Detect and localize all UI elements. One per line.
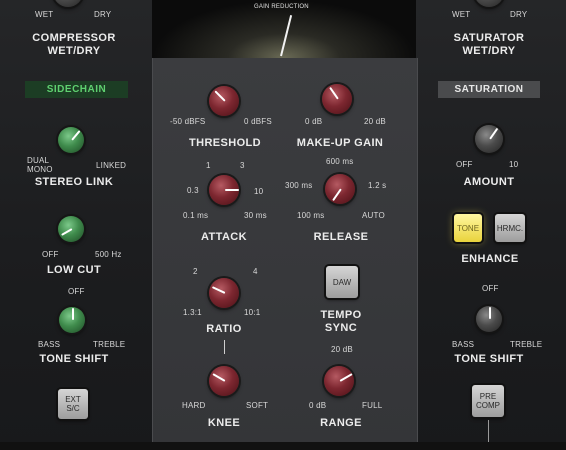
tone-button-label: TONE (456, 223, 480, 233)
sc-tone-shift-title: TONE SHIFT (39, 353, 109, 365)
sidechain-header: SIDECHAIN (25, 81, 128, 98)
range-title: RANGE (320, 417, 362, 429)
makeup-gain-knob[interactable] (322, 84, 352, 114)
release-tick-300: 300 ms (285, 181, 313, 190)
knee-max-label: SOFT (246, 401, 269, 410)
stereo-link-knob[interactable] (58, 127, 84, 153)
saturation-amount-knob[interactable] (475, 125, 503, 153)
ratio-tick-4: 4 (253, 267, 258, 276)
low-cut-max-label: 500 Hz (95, 250, 122, 259)
low-cut-min-label: OFF (42, 250, 59, 259)
knee-knob[interactable] (209, 366, 239, 396)
pre-comp-button[interactable]: PRE COMP (472, 385, 504, 417)
sat-tone-shift-knob[interactable] (476, 306, 502, 332)
stereo-link-min-label: DUAL (27, 156, 50, 165)
amount-title: AMOUNT (463, 176, 515, 188)
sc-tone-shift-top-label: OFF (68, 287, 85, 296)
amount-max-label: 10 (509, 160, 519, 169)
daw-tempo-sync-button[interactable]: DAW (326, 266, 358, 298)
ratio-tick-2: 2 (193, 267, 198, 276)
release-knob[interactable] (325, 174, 355, 204)
gain-reduction-meter: GAIN REDUCTION (152, 0, 416, 58)
attack-tick-1: 1 (206, 161, 211, 170)
ext-sc-label: EXT (65, 395, 81, 404)
sat-tone-shift-min-label: BASS (452, 340, 475, 349)
low-cut-title: LOW CUT (46, 264, 102, 276)
dry-label: DRY (94, 10, 112, 19)
makeup-max-label: 20 dB (364, 117, 386, 126)
pre-comp-label-2: COMP (476, 401, 500, 410)
knee-tick (224, 340, 225, 354)
tempo-sync-title: TEMPO (320, 309, 362, 321)
release-tick-auto: AUTO (362, 211, 385, 220)
amount-min-label: OFF (456, 160, 473, 169)
threshold-max-label: 0 dBFS (244, 117, 272, 126)
sat-tone-shift-max-label: TREBLE (510, 340, 543, 349)
range-knob[interactable] (324, 366, 354, 396)
enhance-hrmc-button[interactable]: HRMC. (495, 214, 525, 242)
enhance-title: ENHANCE (461, 253, 519, 265)
daw-button-label: DAW (332, 277, 352, 287)
saturator-wet-dry-title: SATURATOR (453, 32, 525, 44)
attack-tick-03: 0.3 (187, 186, 199, 195)
makeup-min-label: 0 dB (305, 117, 323, 126)
threshold-knob[interactable] (209, 86, 239, 116)
sat-tone-shift-title: TONE SHIFT (454, 353, 524, 365)
stereo-link-title: STEREO LINK (34, 176, 114, 188)
sat-tone-shift-top-label: OFF (482, 284, 499, 293)
low-cut-knob[interactable] (58, 216, 84, 242)
compressor-wet-dry-title-2: WET/DRY (47, 45, 101, 57)
saturator-wet-dry-title-2: WET/DRY (462, 45, 516, 57)
knee-title: KNEE (207, 417, 241, 429)
saturation-header: SATURATION (438, 81, 540, 98)
release-title: RELEASE (313, 231, 369, 243)
pre-comp-label: PRE (479, 392, 497, 401)
ratio-tick-max: 10:1 (244, 308, 261, 317)
gain-reduction-label: GAIN REDUCTION (254, 4, 309, 10)
sc-tone-shift-knob[interactable] (59, 307, 85, 333)
attack-tick-max: 30 ms (244, 211, 267, 220)
plugin-window: GAIN REDUCTION WET DRY COMPRESSOR WET/DR… (0, 0, 566, 450)
makeup-title: MAKE-UP GAIN (296, 137, 384, 149)
stereo-link-min-label-2: MONO (27, 165, 53, 174)
attack-knob[interactable] (209, 175, 239, 205)
compressor-wet-dry-title: COMPRESSOR (32, 32, 116, 44)
wet-label: WET (452, 10, 471, 19)
enhance-tone-button[interactable]: TONE (454, 214, 482, 242)
ext-sc-label-2: S/C (66, 404, 80, 413)
sc-tone-shift-min-label: BASS (38, 340, 61, 349)
attack-tick-10: 10 (254, 187, 264, 196)
release-tick-100: 100 ms (297, 211, 325, 220)
gain-reduction-needle (280, 15, 293, 57)
stereo-link-max-label: LINKED (96, 161, 127, 170)
dry-label: DRY (510, 10, 528, 19)
knee-min-label: HARD (182, 401, 206, 410)
bottom-bar (0, 442, 566, 450)
ratio-tick-min: 1.3:1 (183, 308, 202, 317)
sc-tone-shift-max-label: TREBLE (93, 340, 126, 349)
threshold-title: THRESHOLD (188, 137, 262, 149)
release-tick-600: 600 ms (326, 157, 354, 166)
ext-sc-button[interactable]: EXT S/C (58, 389, 88, 419)
release-tick-12s: 1.2 s (368, 181, 387, 190)
compressor-wet-dry-knob[interactable] (53, 0, 83, 7)
range-min-label: 0 dB (309, 401, 327, 410)
wet-label: WET (35, 10, 54, 19)
tempo-sync-title-2: SYNC (324, 322, 358, 334)
range-max-label: FULL (362, 401, 383, 410)
attack-tick-3: 3 (240, 161, 245, 170)
attack-tick-min: 0.1 ms (183, 211, 209, 220)
saturator-wet-dry-knob[interactable] (474, 0, 504, 7)
threshold-min-label: -50 dBFS (170, 117, 206, 126)
attack-title: ATTACK (201, 231, 247, 243)
ratio-title: RATIO (206, 323, 242, 335)
hrmc-button-label: HRMC. (496, 223, 524, 233)
ratio-knob[interactable] (209, 278, 239, 308)
range-top-label: 20 dB (331, 345, 353, 354)
